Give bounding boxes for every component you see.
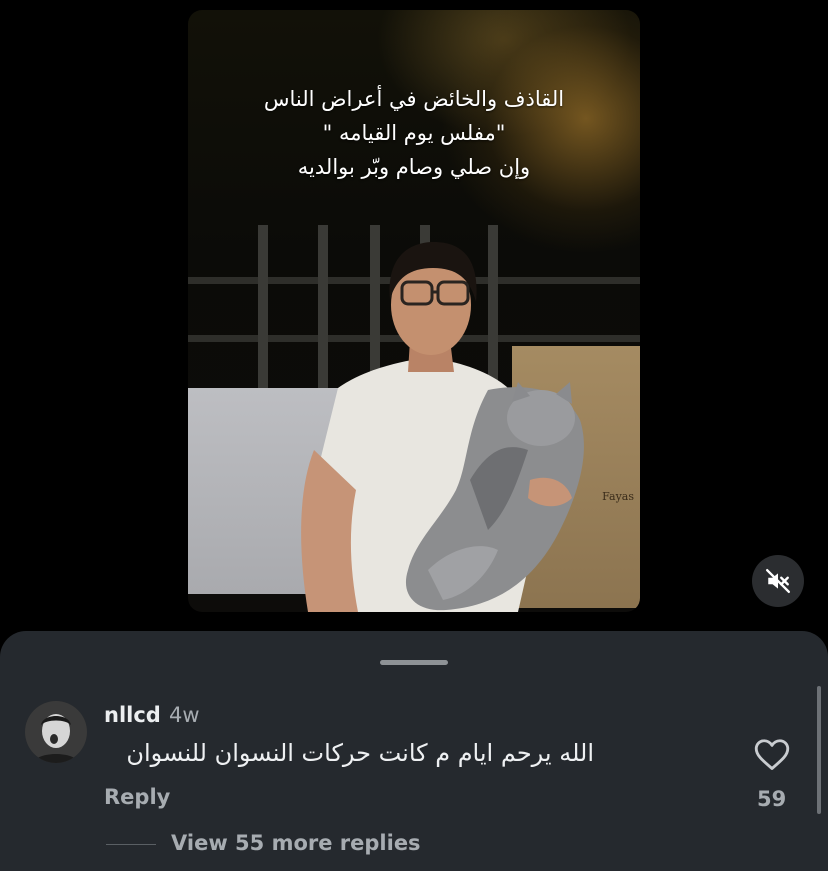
- mute-toggle-button[interactable]: [752, 555, 804, 607]
- reply-button[interactable]: Reply: [104, 785, 170, 809]
- scrollbar[interactable]: [817, 686, 821, 814]
- view-more-replies-button[interactable]: View 55 more replies: [171, 831, 421, 855]
- heart-outline-icon[interactable]: [754, 738, 790, 772]
- video-caption-overlay: القاذف والخائض في أعراض الناس "مفلس يوم …: [188, 82, 640, 184]
- comment-timestamp: 4w: [169, 703, 200, 727]
- replies-divider-line: [106, 844, 156, 845]
- comment-text: الله يرحم ايام م كانت حركات النسوان للنس…: [126, 739, 594, 767]
- sheet-drag-handle[interactable]: [380, 660, 448, 665]
- video-player[interactable]: Fayas القاذف والخائض في أعراض الناس "مفل…: [188, 10, 640, 612]
- comment-username[interactable]: nllcd: [104, 703, 161, 727]
- like-count: 59: [757, 787, 787, 811]
- user-photo-icon: [25, 701, 87, 763]
- comments-sheet: nllcd 4w الله يرحم ايام م كانت حركات الن…: [0, 631, 828, 871]
- caption-line-1: القاذف والخائض في أعراض الناس: [263, 87, 565, 111]
- speaker-muted-icon: [765, 568, 791, 594]
- caption-line-3: وإن صلي وصام وبّر بوالديه: [297, 155, 531, 179]
- caption-line-2: "مفلس يوم القيامه ": [322, 121, 506, 145]
- avatar[interactable]: [25, 701, 87, 763]
